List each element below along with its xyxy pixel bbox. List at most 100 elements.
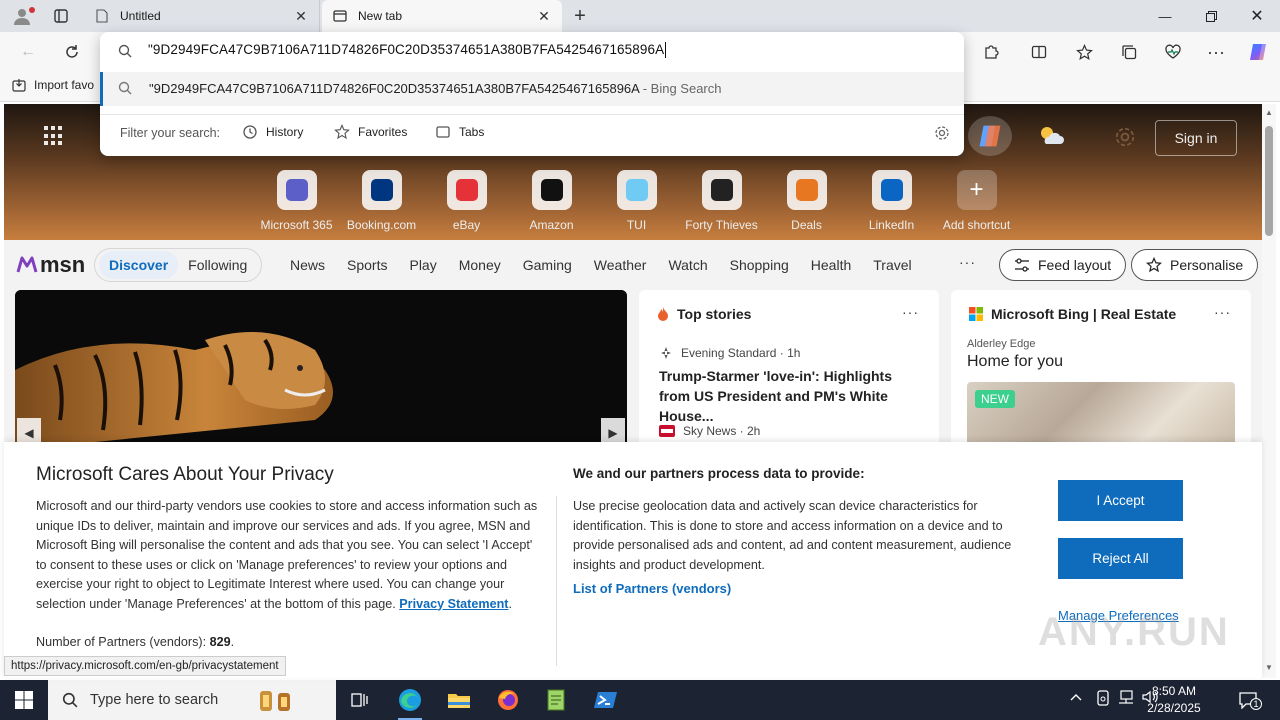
taskbar-clock[interactable]: 8:50 AM 2/28/2025 <box>1126 683 1222 717</box>
nav-link-play[interactable]: Play <box>409 257 436 273</box>
favorites-button[interactable] <box>1071 40 1097 64</box>
privacy-statement-link[interactable]: Privacy Statement <box>399 597 508 611</box>
list-of-partners-link[interactable]: List of Partners (vendors) <box>573 581 731 596</box>
extensions-button[interactable] <box>978 40 1004 64</box>
msn-logo[interactable]: msn <box>16 252 85 278</box>
split-screen-button[interactable] <box>1026 40 1052 64</box>
taskbar-powershell[interactable] <box>582 680 630 720</box>
sign-in-button[interactable]: Sign in <box>1155 120 1237 156</box>
scroll-down-arrow-icon[interactable]: ▼ <box>1265 663 1273 672</box>
shortcut-label: LinkedIn <box>868 218 915 232</box>
nav-link-weather[interactable]: Weather <box>594 257 647 273</box>
taskbar-file-explorer[interactable] <box>435 680 483 720</box>
taskbar-search-placeholder: Type here to search <box>90 692 219 708</box>
story-headline[interactable]: Trump-Starmer 'love-in': Highlights from… <box>659 366 921 426</box>
nav-link-gaming[interactable]: Gaming <box>523 257 572 273</box>
profile-button[interactable] <box>8 4 36 28</box>
accept-button[interactable]: I Accept <box>1058 480 1183 521</box>
filter-favorites[interactable]: Favorites <box>334 124 407 140</box>
close-tab-icon[interactable]: ✕ <box>536 8 552 24</box>
tab-new-tab[interactable]: New tab ✕ <box>322 0 562 32</box>
notepad-plus-icon <box>547 689 565 711</box>
bing-card-title: Microsoft Bing | Real Estate <box>991 306 1177 322</box>
refresh-button[interactable] <box>59 40 85 64</box>
copilot-button[interactable] <box>1245 40 1271 64</box>
bing-card-more-button[interactable]: ··· <box>1214 304 1231 320</box>
star-icon <box>1075 43 1093 60</box>
shortcut-label: Deals <box>791 218 822 232</box>
task-view-button[interactable] <box>336 680 384 720</box>
shortcut-tile[interactable]: TUI <box>594 170 679 232</box>
shortcut-tile[interactable]: LinkedIn <box>849 170 934 232</box>
nav-link-money[interactable]: Money <box>459 257 501 273</box>
close-tab-icon[interactable]: ✕ <box>293 8 309 24</box>
page-scrollbar[interactable]: ▲ ▼ <box>1262 104 1276 678</box>
shortcut-glyph <box>710 179 733 201</box>
close-window-button[interactable]: ✕ <box>1234 0 1280 32</box>
scroll-thumb[interactable] <box>1265 126 1273 236</box>
top-stories-more-button[interactable]: ··· <box>902 304 919 320</box>
shortcut-tile[interactable]: Forty Thieves <box>679 170 764 232</box>
shortcut-tile[interactable]: Deals <box>764 170 849 232</box>
copilot-search-button[interactable] <box>968 116 1012 156</box>
tab-following[interactable]: Following <box>178 251 257 279</box>
msn-logo-text: msn <box>40 252 86 277</box>
gear-icon[interactable] <box>934 125 950 141</box>
start-button[interactable] <box>0 680 48 720</box>
search-icon <box>118 44 132 58</box>
device-tray-icon[interactable] <box>1096 690 1110 709</box>
windows-taskbar: Type here to search 8:50 AM 2/28/2025 1 <box>0 680 1280 720</box>
minimize-button[interactable]: — <box>1142 0 1188 32</box>
more-categories-button[interactable]: ··· <box>959 254 976 270</box>
nav-link-health[interactable]: Health <box>811 257 851 273</box>
weather-icon[interactable] <box>1038 124 1064 146</box>
address-bar-dropdown: "9D2949FCA47C9B7106A711D74826F0C20D35374… <box>100 32 964 156</box>
listing-headline: Home for you <box>967 353 1064 370</box>
app-launcher-button[interactable] <box>44 126 64 146</box>
settings-more-button[interactable]: ··· <box>1203 40 1229 64</box>
import-favorites-item[interactable]: Import favo <box>12 78 94 92</box>
shortcut-tile[interactable]: Amazon <box>509 170 594 232</box>
tiger-image <box>15 290 627 450</box>
nav-link-sports[interactable]: Sports <box>347 257 387 273</box>
taskbar-firefox[interactable] <box>484 680 532 720</box>
booking-icon <box>361 170 402 210</box>
feed-layout-button[interactable]: Feed layout <box>999 249 1127 281</box>
address-input[interactable]: "9D2949FCA47C9B7106A711D74826F0C20D35374… <box>148 42 667 59</box>
bing-real-estate-card[interactable]: Microsoft Bing | Real Estate ··· Alderle… <box>951 290 1251 450</box>
filter-tabs[interactable]: Tabs <box>435 124 484 140</box>
personalise-button[interactable]: Personalise <box>1131 249 1259 281</box>
address-bar[interactable]: "9D2949FCA47C9B7106A711D74826F0C20D35374… <box>100 32 964 70</box>
shortcut-tile[interactable]: eBay <box>424 170 509 232</box>
shortcut-tile[interactable]: Booking.com <box>339 170 424 232</box>
filter-history[interactable]: History <box>242 124 303 140</box>
browser-essentials-button[interactable] <box>1160 40 1186 64</box>
nav-link-travel[interactable]: Travel <box>873 257 911 273</box>
search-suggestion[interactable]: "9D2949FCA47C9B7106A711D74826F0C20D35374… <box>100 72 964 106</box>
filter-tabs-label: Tabs <box>459 125 485 139</box>
notification-center-button[interactable]: 1 <box>1236 688 1262 712</box>
taskbar-search-box[interactable]: Type here to search <box>48 680 336 720</box>
page-settings-icon[interactable] <box>1114 126 1136 148</box>
listing-location: Alderley Edge <box>967 338 1036 350</box>
nav-link-shopping[interactable]: Shopping <box>730 257 789 273</box>
tab-discover[interactable]: Discover <box>99 251 179 279</box>
collections-button[interactable] <box>1116 40 1142 64</box>
reject-all-button[interactable]: Reject All <box>1058 538 1183 579</box>
taskbar-notepad-plus[interactable] <box>533 680 581 720</box>
shortcut-tile[interactable]: + Add shortcut <box>934 170 1019 232</box>
new-tab-button[interactable]: + <box>568 5 592 27</box>
back-button[interactable]: ← <box>15 40 41 64</box>
history-icon <box>243 125 257 139</box>
show-hidden-icons-button[interactable] <box>1070 690 1082 705</box>
scroll-up-arrow-icon[interactable]: ▲ <box>1265 108 1273 117</box>
tab-actions-button[interactable] <box>50 5 72 27</box>
nav-link-news[interactable]: News <box>290 257 325 273</box>
nav-link-watch[interactable]: Watch <box>668 257 707 273</box>
tab-untitled[interactable]: Untitled ✕ <box>84 0 320 32</box>
taskbar-edge[interactable] <box>386 680 434 720</box>
hero-story-card[interactable]: ◀ ▶ <box>15 290 627 450</box>
shortcut-tile[interactable]: Microsoft 365 <box>254 170 339 232</box>
folder-icon <box>448 694 470 708</box>
restore-button[interactable] <box>1188 0 1234 32</box>
